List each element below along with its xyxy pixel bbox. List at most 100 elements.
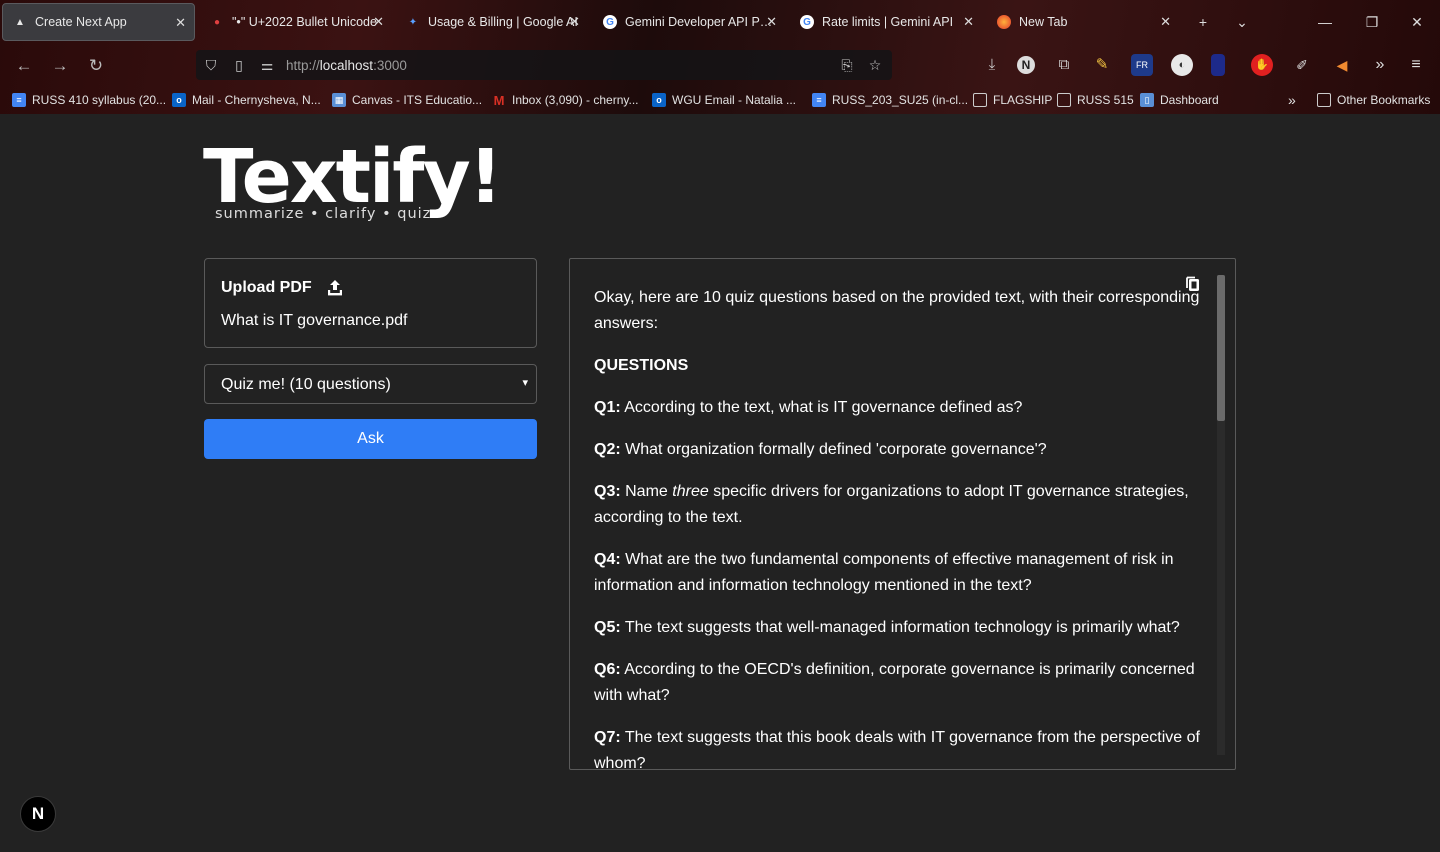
upload-icon[interactable] [325,278,345,298]
bookmarks-bar: ≡ RUSS 410 syllabus (20... o Mail - Cher… [0,86,1440,114]
menu-icon[interactable]: ≡ [1405,54,1427,76]
tab-bullet-unicode[interactable]: ● "•" U+2022 Bullet Unicode ✕ [200,3,392,41]
outlook-icon: o [172,93,186,107]
close-window-button[interactable]: ✕ [1397,8,1437,36]
bookmark-other-bookmarks[interactable]: Other Bookmarks [1317,91,1430,109]
scrollbar-thumb[interactable] [1217,275,1225,421]
bookmark-label: RUSS_203_SU25 (in-cl... [832,93,969,107]
bookmark-label: Mail - Chernysheva, N... [192,93,321,107]
close-icon[interactable]: ✕ [175,15,186,31]
forward-arrow-icon[interactable]: → [46,52,74,80]
audio-extension-icon[interactable]: ◀ [1331,54,1353,76]
bookmark-dashboard[interactable]: ▯ Dashboard [1140,91,1219,109]
navigation-toolbar: ← → ↻ ⛉ ▯ ⚌ http://localhost:3000 ⎘ ☆ ⤓ … [0,44,1440,86]
tab-label: New Tab [1019,15,1068,29]
tab-bar: ▲ Create Next App ✕ ● "•" U+2022 Bullet … [0,0,1440,44]
gmail-icon: M [493,92,505,108]
tab-create-next-app[interactable]: ▲ Create Next App ✕ [2,3,195,41]
tab-rate-limits[interactable]: G Rate limits | Gemini API ✕ [790,3,982,41]
upload-pdf-card[interactable]: Upload PDF What is IT governance.pdf [204,258,537,348]
logo-tagline: summarize • clarify • quiz [215,206,432,222]
question-item: Q1: According to the text, what is IT go… [594,399,1023,416]
address-bar[interactable]: ⛉ ▯ ⚌ http://localhost:3000 ⎘ ☆ [196,50,892,80]
close-icon[interactable]: ✕ [569,14,580,30]
url-text[interactable]: http://localhost:3000 [286,58,407,73]
tab-list-chevron-icon[interactable]: ⌄ [1222,8,1262,36]
tab-usage-billing[interactable]: ✦ Usage & Billing | Google AI ✕ [396,3,588,41]
google-icon: G [800,15,814,29]
restore-button[interactable]: ❐ [1352,8,1392,36]
new-tab-button[interactable]: + [1183,8,1223,36]
bookmark-gmail[interactable]: M Inbox (3,090) - cherny... [492,91,639,109]
triangle-icon: ▲ [15,16,25,28]
doc-icon: ▯ [1140,93,1154,107]
bookmark-label: Other Bookmarks [1337,93,1431,107]
bookmark-russ410[interactable]: ≡ RUSS 410 syllabus (20... [12,91,166,109]
bookmark-mail[interactable]: o Mail - Chernysheva, N... [172,91,321,109]
bookmark-label: WGU Email - Natalia ... [672,93,797,107]
stop-extension-icon[interactable]: ✋ [1251,54,1273,76]
bookmark-folder-russ515[interactable]: RUSS 515 [1057,91,1134,109]
folder-icon [1317,93,1331,107]
logo-title: Textify! [203,134,503,220]
back-arrow-icon[interactable]: ← [10,52,38,80]
close-icon[interactable]: ✕ [1160,14,1171,30]
pen-extension-icon[interactable]: ✐ [1291,54,1313,76]
bookmark-star-icon[interactable]: ☆ [866,56,884,74]
bookmark-wgu-email[interactable]: o WGU Email - Natalia ... [652,91,796,109]
tab-new-tab[interactable]: New Tab ✕ [987,3,1179,41]
paint-extension-icon[interactable]: ✎ [1091,54,1113,76]
nextjs-dev-badge[interactable]: N [20,796,56,832]
tab-gemini-pricing[interactable]: G Gemini Developer API Pricing ✕ [593,3,785,41]
close-icon[interactable]: ✕ [766,14,777,30]
page-icon[interactable]: ▯ [230,56,248,74]
app-page: Textify! summarize • clarify • quiz Uplo… [0,114,1440,852]
question-item: Q4: What are the two fundamental compone… [594,551,1174,594]
output-content: Okay, here are 10 quiz questions based o… [594,285,1204,769]
google-ai-icon: ✦ [408,16,418,28]
close-icon[interactable]: ✕ [373,14,384,30]
docs-icon: ≡ [812,93,826,107]
translator-extension-icon[interactable]: FR [1131,54,1153,76]
download-icon[interactable]: ⤓ [981,54,1003,76]
browser-chrome: ▲ Create Next App ✕ ● "•" U+2022 Bullet … [0,0,1440,114]
bookmark-label: Dashboard [1160,93,1219,107]
bookmark-folder-flagship[interactable]: FLAGSHIP [973,91,1052,109]
bookmark-label: RUSS 515 [1077,93,1134,107]
close-icon[interactable]: ✕ [963,14,974,30]
notion-extension-icon[interactable]: N [1017,56,1035,74]
folder-icon [973,93,987,107]
bookmark-extension-icon[interactable] [1211,54,1225,76]
question-item: Q2: What organization formally defined '… [594,441,1047,458]
reload-icon[interactable]: ↻ [82,52,110,80]
output-intro: Okay, here are 10 quiz questions based o… [594,289,1200,332]
mode-select-value: Quiz me! (10 questions) [221,376,391,393]
output-heading: QUESTIONS [594,357,689,374]
bookmark-label: RUSS 410 syllabus (20... [32,93,167,107]
scrollbar-track[interactable] [1217,275,1225,755]
privacy-extension-icon[interactable]: ◐ [1171,54,1193,76]
mode-select[interactable]: Quiz me! (10 questions) ▾ [204,364,537,404]
tab-label: Usage & Billing | Google AI [428,15,578,29]
shield-icon[interactable]: ⛉ [202,56,220,74]
chevron-down-icon: ▾ [522,377,528,389]
output-panel: Okay, here are 10 quiz questions based o… [569,258,1236,770]
unicode-icon: ● [213,16,221,28]
tab-label: "•" U+2022 Bullet Unicode [232,15,377,29]
minimize-button[interactable]: — [1305,8,1345,36]
google-icon: G [603,15,617,29]
ask-button[interactable]: Ask [204,419,537,459]
bookmark-russ203[interactable]: ≡ RUSS_203_SU25 (in-cl... [812,91,968,109]
more-extensions-icon[interactable]: » [1369,54,1391,76]
extensions-puzzle-icon[interactable]: ⧉ [1053,54,1075,76]
app-logo: Textify! summarize • clarify • quiz [203,134,503,230]
tab-label: Gemini Developer API Pricing [625,15,775,29]
translate-icon[interactable]: ⎘ [838,56,856,74]
docs-icon: ≡ [12,93,26,107]
canvas-icon: ▦ [332,93,346,107]
permissions-icon[interactable]: ⚌ [258,56,276,74]
tab-label: Rate limits | Gemini API [822,15,954,29]
bookmark-label: Inbox (3,090) - cherny... [512,93,639,107]
bookmarks-overflow-icon[interactable]: » [1288,91,1296,109]
bookmark-canvas[interactable]: ▦ Canvas - ITS Educatio... [332,91,482,109]
